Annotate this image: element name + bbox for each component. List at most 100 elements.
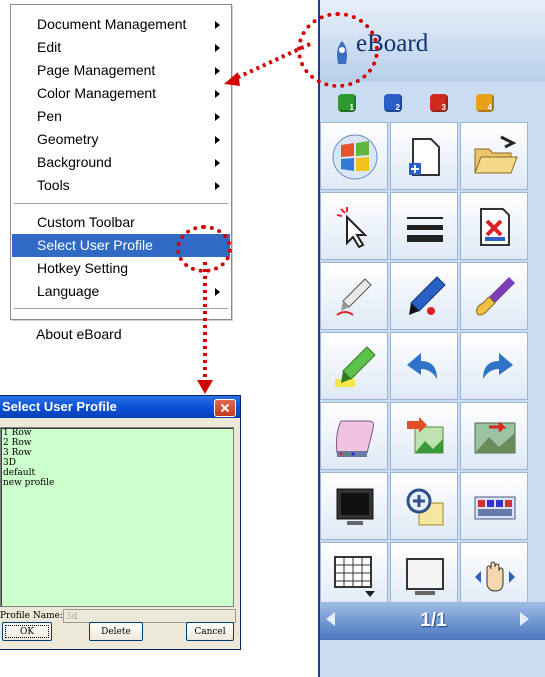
tab-3[interactable]: 3	[430, 94, 448, 112]
menu-item-label: Hotkey Setting	[37, 260, 129, 276]
insert-picture-icon	[407, 417, 444, 454]
line-width-icon	[407, 217, 443, 242]
annotation-circle-menu-item	[176, 225, 232, 273]
background-picture-icon	[474, 421, 516, 454]
submenu-arrow-icon	[215, 288, 220, 296]
tool-marker[interactable]	[390, 262, 458, 330]
grid-layout-icon	[334, 556, 375, 597]
submenu-arrow-icon	[215, 67, 220, 75]
submenu-arrow-icon	[215, 159, 220, 167]
menu-separator	[14, 308, 228, 310]
menu-item-label: Select User Profile	[37, 237, 153, 253]
tab-4[interactable]: 4	[476, 94, 494, 112]
menu-item-background[interactable]: Background	[12, 151, 230, 174]
menu-item-label: Tools	[37, 177, 70, 193]
menu-item-language[interactable]: Language	[12, 280, 230, 303]
keyboard-icon	[474, 496, 516, 520]
tool-pan[interactable]	[460, 542, 528, 610]
page-indicator: 1/1	[420, 610, 447, 631]
menu-separator	[14, 203, 228, 205]
list-item[interactable]: default	[1, 468, 233, 478]
marker-blue-icon	[409, 276, 446, 315]
menu-item-label: Pen	[37, 108, 62, 124]
tool-keyboard[interactable]	[460, 472, 528, 540]
menu-item-document-management[interactable]: Document Management	[12, 13, 230, 36]
close-icon[interactable]	[214, 399, 236, 417]
delete-page-icon	[480, 208, 510, 246]
tab-1[interactable]: 1	[338, 94, 356, 112]
cancel-button[interactable]: Cancel	[186, 622, 234, 641]
tool-brush[interactable]	[460, 262, 528, 330]
tool-background-picture[interactable]	[460, 402, 528, 470]
tool-insert-picture[interactable]	[390, 402, 458, 470]
menu-item-about-eboard[interactable]: About eBoard	[11, 323, 229, 346]
delete-button[interactable]: Delete	[89, 622, 143, 641]
tool-eraser[interactable]	[320, 402, 388, 470]
new-page-icon	[409, 138, 440, 176]
menu-item-label: Geometry	[37, 131, 99, 147]
pen-red-icon	[336, 278, 372, 316]
menu-item-label: Color Management	[37, 85, 157, 101]
brush-icon	[476, 277, 515, 316]
menu-item-color-management[interactable]: Color Management	[12, 82, 230, 105]
select-arrow-icon	[336, 207, 368, 249]
profile-name-field[interactable]: 3d	[63, 609, 236, 623]
pan-hand-icon	[475, 561, 515, 592]
list-item[interactable]: 3 Row	[1, 448, 233, 458]
menu-item-edit[interactable]: Edit	[12, 36, 230, 59]
undo-icon	[407, 353, 437, 379]
highlighter-green-icon	[335, 346, 376, 387]
tool-delete-page[interactable]	[460, 192, 528, 260]
list-item[interactable]: 3D	[1, 458, 233, 468]
profile-list[interactable]: 1 Row 2 Row 3 Row 3D default new profile	[0, 427, 234, 607]
tool-line-width[interactable]	[390, 192, 458, 260]
tool-pen[interactable]	[320, 262, 388, 330]
blank-screen-icon	[406, 558, 444, 595]
ok-button[interactable]: OK	[2, 622, 52, 641]
tool-grid	[320, 122, 545, 610]
tool-undo[interactable]	[390, 332, 458, 400]
dialog-title: Select User Profile	[2, 399, 117, 414]
next-page-icon[interactable]	[520, 612, 529, 626]
eraser-icon	[336, 420, 374, 457]
menu-item-label: Language	[37, 283, 100, 299]
tool-blank-screen[interactable]	[390, 542, 458, 610]
tool-open[interactable]	[460, 122, 528, 190]
menu-item-pen[interactable]: Pen	[12, 105, 230, 128]
submenu-arrow-icon	[215, 21, 220, 29]
submenu-arrow-icon	[215, 136, 220, 144]
tool-new-page[interactable]	[390, 122, 458, 190]
submenu-arrow-icon	[215, 90, 220, 98]
tab-2[interactable]: 2	[384, 94, 402, 112]
menu-item-page-management[interactable]: Page Management	[12, 59, 230, 82]
menu-item-label: Page Management	[37, 62, 156, 78]
tab-number: 1	[349, 103, 354, 112]
tool-magnifier[interactable]	[390, 472, 458, 540]
tool-windows[interactable]	[320, 122, 388, 190]
menu-item-label: About eBoard	[36, 326, 122, 342]
select-user-profile-dialog: Select User Profile 1 Row 2 Row 3 Row 3D…	[0, 395, 241, 650]
windows-logo-icon	[332, 134, 378, 180]
tab-number: 4	[487, 103, 492, 112]
menu-item-label: Background	[37, 154, 112, 170]
dialog-titlebar[interactable]: Select User Profile	[0, 396, 240, 418]
open-folder-icon	[474, 135, 518, 174]
list-item[interactable]: new profile	[1, 478, 233, 488]
menu-item-geometry[interactable]: Geometry	[12, 128, 230, 151]
menu-item-tools[interactable]: Tools	[12, 174, 230, 197]
submenu-arrow-icon	[215, 44, 220, 52]
profile-name-label: Profile Name:	[0, 611, 63, 621]
tool-select[interactable]	[320, 192, 388, 260]
magnifier-icon	[406, 488, 444, 526]
tool-highlighter[interactable]	[320, 332, 388, 400]
redo-icon	[483, 353, 513, 379]
list-item[interactable]: 1 Row	[1, 428, 233, 438]
page-tabs: 1 2 3 4	[320, 86, 545, 120]
tool-grid-layout[interactable]	[320, 542, 388, 610]
submenu-arrow-icon	[215, 113, 220, 121]
tool-redo[interactable]	[460, 332, 528, 400]
tool-screen[interactable]	[320, 472, 388, 540]
list-item[interactable]: 2 Row	[1, 438, 233, 448]
menu-item-label: Document Management	[37, 16, 187, 32]
menu-item-label: Edit	[37, 39, 62, 55]
